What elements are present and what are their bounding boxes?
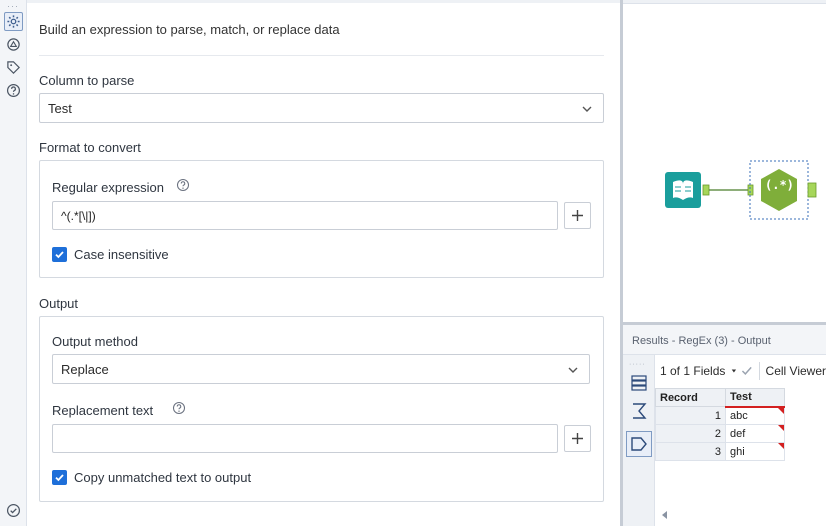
help-icon[interactable] xyxy=(176,178,190,192)
sum-icon[interactable] xyxy=(629,401,649,421)
cell-viewer-button[interactable]: Cell Viewer xyxy=(766,364,826,378)
tool-description: Build an expression to parse, match, or … xyxy=(39,22,340,37)
copy-unmatched-label: Copy unmatched text to output xyxy=(74,470,252,485)
table-row[interactable]: 1 abc xyxy=(655,406,785,425)
test-cell[interactable]: def xyxy=(725,424,785,443)
table-row[interactable]: 2 def xyxy=(655,424,785,443)
drag-handle-icon[interactable]: ····· xyxy=(629,361,646,368)
insert-token-button[interactable] xyxy=(564,202,591,229)
output-method-label: Output method xyxy=(52,334,138,349)
copy-unmatched-checkbox[interactable]: Copy unmatched text to output xyxy=(52,470,251,485)
output-method-select[interactable]: Replace xyxy=(52,354,590,384)
data-view-button[interactable] xyxy=(626,431,652,457)
test-cell[interactable]: ghi xyxy=(725,442,785,461)
column-header-record[interactable]: Record xyxy=(655,388,726,407)
chevron-down-icon xyxy=(582,106,592,112)
check-circle-icon[interactable] xyxy=(4,501,23,520)
record-cell: 2 xyxy=(655,424,726,443)
help-icon[interactable] xyxy=(4,81,23,100)
checkmark-icon[interactable] xyxy=(741,364,753,378)
fields-selector[interactable]: 1 of 1 Fields xyxy=(660,364,725,378)
configuration-panel: Build an expression to parse, match, or … xyxy=(27,0,620,526)
replacement-text-input[interactable] xyxy=(52,424,558,453)
column-to-parse-select[interactable]: Test xyxy=(39,93,604,123)
input-data-tool[interactable] xyxy=(665,172,701,208)
test-cell[interactable]: abc xyxy=(725,406,785,425)
navigation-icon[interactable] xyxy=(4,35,23,54)
results-window: Results - RegEx (3) - Output ····· 1 of … xyxy=(623,325,826,526)
insert-token-button[interactable] xyxy=(564,425,591,452)
gear-icon[interactable] xyxy=(4,12,23,31)
input-anchor[interactable] xyxy=(747,184,754,196)
format-to-convert-label: Format to convert xyxy=(39,140,141,155)
workflow-diagram xyxy=(665,160,817,220)
replacement-text-label: Replacement text xyxy=(52,403,154,418)
regex-tool-label: (.*) xyxy=(765,178,794,192)
dropdown-arrow-icon[interactable] xyxy=(731,367,737,375)
panel-top-border xyxy=(27,0,620,3)
table-row[interactable]: 3 ghi xyxy=(655,442,785,461)
results-toolbar: 1 of 1 Fields Cell Viewer xyxy=(655,355,826,386)
column-header-test[interactable]: Test xyxy=(725,388,785,408)
help-icon[interactable] xyxy=(172,401,186,415)
record-cell: 1 xyxy=(655,406,726,425)
results-title: Results - RegEx (3) - Output xyxy=(623,325,826,355)
tag-icon[interactable] xyxy=(4,58,23,77)
workflow-canvas[interactable]: (.*) xyxy=(623,0,826,322)
results-table: Record Test 1 abc 2 def 3 ghi xyxy=(655,388,826,524)
rows-view-icon[interactable] xyxy=(629,373,649,393)
toolbar-divider xyxy=(758,361,760,380)
regex-output-anchor[interactable] xyxy=(807,182,817,198)
regular-expression-input[interactable]: ^(.*[\|]) xyxy=(52,201,558,230)
plus-icon xyxy=(572,433,583,444)
config-icon-rail: ··· xyxy=(0,0,27,526)
column-to-parse-value: Test xyxy=(48,100,72,116)
record-cell: 3 xyxy=(655,442,726,461)
case-insensitive-label: Case insensitive xyxy=(74,247,169,262)
results-sidebar: ····· xyxy=(623,355,655,526)
case-insensitive-checkbox[interactable]: Case insensitive xyxy=(52,247,169,262)
tag-shape-icon xyxy=(631,437,647,451)
output-section: Output method Replace Replacement text C… xyxy=(39,316,604,502)
divider xyxy=(39,55,604,56)
drag-handle-icon[interactable]: ··· xyxy=(7,2,19,11)
checkbox-checked-icon xyxy=(52,247,67,262)
checkbox-checked-icon xyxy=(52,470,67,485)
format-to-convert-section: Regular expression ^(.*[\|]) Case insens… xyxy=(39,160,604,278)
canvas-top-bar xyxy=(623,0,826,4)
table-header-row: Record Test xyxy=(655,388,785,408)
output-method-value: Replace xyxy=(61,361,109,377)
chevron-down-icon xyxy=(568,367,578,373)
scroll-left-icon[interactable] xyxy=(659,509,671,521)
app-root: ··· Build an expression to parse, match,… xyxy=(0,0,826,526)
output-label: Output xyxy=(39,296,79,311)
output-anchor[interactable] xyxy=(702,184,710,196)
regular-expression-label: Regular expression xyxy=(52,180,165,195)
column-to-parse-label: Column to parse xyxy=(39,73,135,88)
plus-icon xyxy=(572,210,583,221)
